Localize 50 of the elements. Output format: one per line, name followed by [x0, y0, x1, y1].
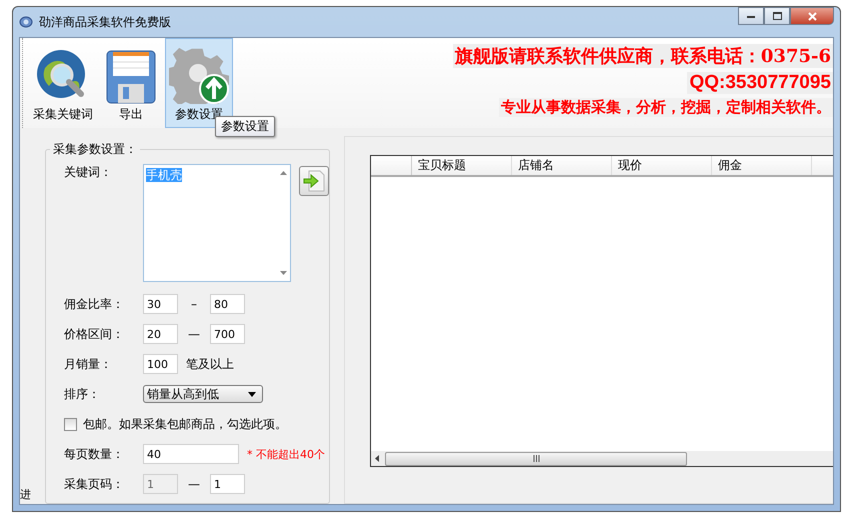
- import-button[interactable]: [299, 166, 329, 196]
- toolbar-button[interactable]: 采集关键词: [29, 38, 97, 128]
- field-label: 每页数量：: [64, 446, 125, 462]
- column-header[interactable]: 宝贝标题: [412, 156, 512, 175]
- monthly-sales-field[interactable]: 100: [143, 354, 178, 374]
- min-price-field[interactable]: 20: [143, 324, 178, 344]
- caret-icon: [248, 392, 256, 396]
- status-text: 进: [20, 487, 31, 502]
- window-title: 劭洋商品采集软件免费版: [39, 14, 171, 30]
- qq-number: QQ:3530777095: [687, 72, 833, 94]
- minimize-icon: [747, 14, 755, 18]
- max-commission-field[interactable]: 80: [210, 294, 245, 314]
- field-label: 排序：: [64, 386, 101, 402]
- end-page-field[interactable]: 1: [210, 474, 245, 494]
- maximize-icon: [772, 12, 782, 20]
- field-label: 关键词：: [64, 164, 113, 181]
- contact-banner: 旗舰版请联系软件供应商，联系电话：0375-6: [452, 44, 833, 68]
- column-header[interactable]: 现价: [612, 156, 712, 175]
- horizontal-scrollbar[interactable]: [371, 451, 833, 466]
- checkbox-label: 包邮。如果采集包邮商品，勾选此项。: [83, 416, 287, 432]
- tooltip: 参数设置: [215, 116, 275, 137]
- minimize-button[interactable]: [738, 7, 764, 25]
- field-label: 价格区间：: [64, 326, 125, 342]
- limit-note: * 不能超出40个: [247, 446, 325, 462]
- scroll-left-icon: [375, 455, 379, 462]
- column-header[interactable]: 佣金: [712, 156, 812, 175]
- per-page-field[interactable]: 40: [143, 444, 239, 464]
- range-separator: –: [190, 297, 198, 311]
- field-label: 佣金比率：: [64, 296, 125, 312]
- sort-dropdown[interactable]: 销量从高到低: [143, 385, 263, 403]
- range-separator: —: [187, 327, 201, 341]
- max-price-field[interactable]: 700: [210, 324, 245, 344]
- close-button[interactable]: [790, 7, 834, 25]
- min-commission-field[interactable]: 30: [143, 294, 178, 314]
- checkbox[interactable]: [64, 418, 77, 430]
- field-label: 采集页码：: [64, 476, 125, 492]
- close-icon: [808, 12, 816, 20]
- group-title: 采集参数设置：: [50, 141, 140, 158]
- app-icon: [19, 16, 33, 28]
- range-separator: —: [187, 477, 201, 491]
- unit-label: 笔及以上: [186, 356, 234, 372]
- maximize-button[interactable]: [764, 7, 790, 25]
- service-slogan: 专业从事数据采集，分析，挖掘，定制相关软件。: [499, 98, 833, 117]
- grip-icon: [532, 455, 540, 462]
- scroll-up-icon: [280, 171, 286, 175]
- field-label: 月销量：: [64, 356, 113, 372]
- scroll-down-icon: [280, 271, 286, 275]
- toolbar-button[interactable]: 导出: [97, 38, 165, 128]
- file-arrow-icon: [303, 170, 325, 192]
- column-header[interactable]: 店铺名: [512, 156, 612, 175]
